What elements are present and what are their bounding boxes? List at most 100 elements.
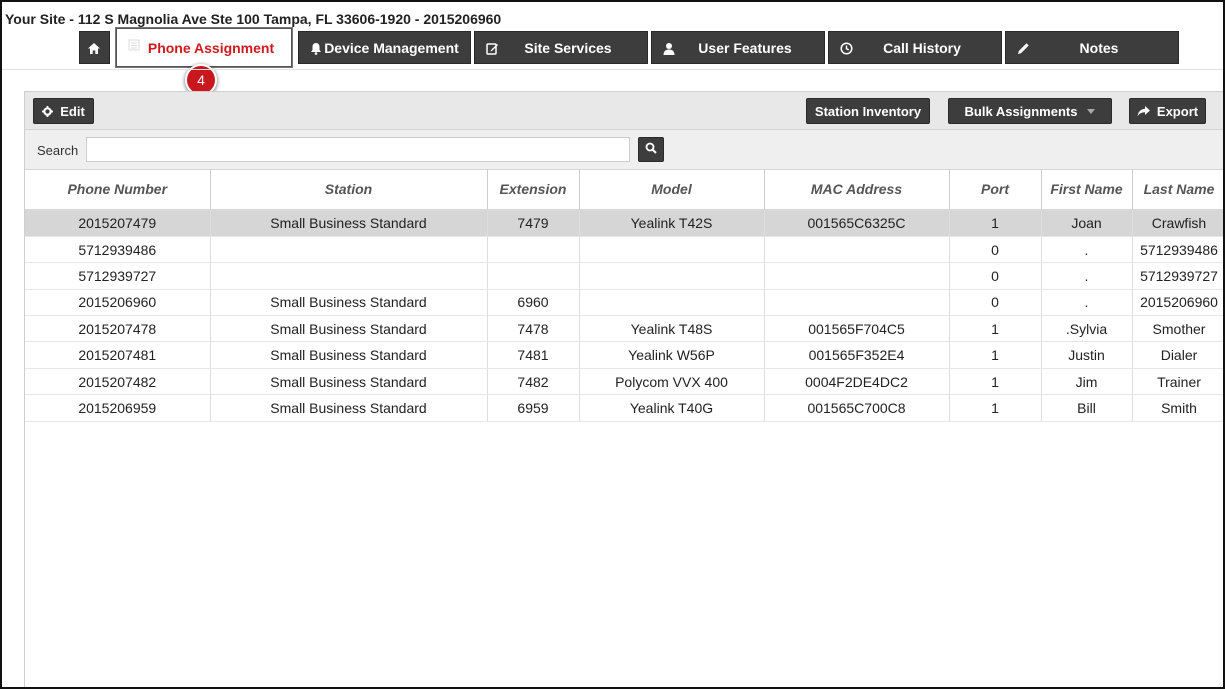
cell-mac-address: 001565C6325C [764,210,950,237]
table-row[interactable]: 2015207479 Small Business Standard 7479 … [25,210,1223,237]
caret-down-icon [1087,108,1096,114]
cell-station: Small Business Standard [210,289,488,317]
home-icon [87,41,101,55]
cell-last-name: Dialer [1132,341,1223,369]
cell-model [579,289,765,317]
cell-last-name: Smith [1132,394,1223,422]
cell-first-name: Joan [1041,210,1133,237]
cell-port: 0 [949,289,1042,317]
cell-station: Small Business Standard [210,368,488,396]
cell-first-name: .Sylvia [1041,315,1133,343]
table-row[interactable]: 2015206959 Small Business Standard 6959 … [25,394,1223,422]
cell-model: Yealink T48S [579,315,765,343]
cell-first-name: . [1041,262,1133,290]
tab-site-services-label: Site Services [524,39,612,56]
phone-list-icon [127,38,141,52]
cell-model: Polycom VVX 400 [579,368,765,396]
column-header-port[interactable]: Port [949,170,1042,211]
table-row[interactable]: 2015207478 Small Business Standard 7478 … [25,315,1223,343]
gear-icon [42,105,54,117]
cell-extension: 6959 [487,394,580,422]
edit-button-label: Edit [60,103,85,119]
clock-icon [839,41,853,55]
cell-extension: 7479 [487,210,580,237]
station-inventory-button[interactable]: Station Inventory [806,98,930,124]
cell-station [210,236,488,264]
search-row: Search [25,130,1223,170]
column-header-phone-number[interactable]: Phone Number [25,170,211,211]
column-header-model[interactable]: Model [579,170,765,211]
table-row[interactable]: 2015206960 Small Business Standard 6960 … [25,289,1223,317]
tab-call-history[interactable]: Call History [828,31,1002,64]
cell-phone-number: 5712939727 [25,262,211,290]
search-label: Search [37,143,79,158]
edit-icon [485,41,499,55]
cell-model [579,262,765,290]
cell-extension: 6960 [487,289,580,317]
cell-phone-number: 2015206959 [25,394,211,422]
table-header-row: Phone Number Station Extension Model MAC… [25,170,1223,211]
cell-port: 1 [949,315,1042,343]
cell-first-name: . [1041,289,1133,317]
export-button[interactable]: Export [1129,98,1206,124]
tab-user-features[interactable]: User Features [651,31,825,64]
cell-model: Yealink W56P [579,341,765,369]
cell-mac-address [764,236,950,264]
cell-port: 1 [949,394,1042,422]
bulk-assignments-dropdown[interactable]: Bulk Assignments [948,98,1112,124]
main-tab-bar: Phone Assignment Device Management Site … [79,28,1182,67]
tab-phone-assignment-label: Phone Assignment [147,39,275,56]
tab-home[interactable] [79,31,110,64]
tab-device-management-label: Device Management [324,39,459,56]
share-arrow-icon [1137,105,1150,117]
search-button[interactable] [638,137,664,162]
user-icon [662,41,676,55]
cell-first-name: Bill [1041,394,1133,422]
column-header-mac-address[interactable]: MAC Address [764,170,950,211]
bulk-assignments-label: Bulk Assignments [964,103,1078,119]
tab-notes[interactable]: Notes [1005,31,1179,64]
cell-phone-number: 2015207478 [25,315,211,343]
search-input[interactable] [86,137,630,162]
cell-model: Yealink T42S [579,210,765,237]
column-header-last-name[interactable]: Last Name [1132,170,1223,211]
table-row[interactable]: 2015207482 Small Business Standard 7482 … [25,368,1223,396]
cell-model: Yealink T40G [579,394,765,422]
cell-extension: 7481 [487,341,580,369]
cell-phone-number: 2015207481 [25,341,211,369]
table-row[interactable]: 5712939727 0 . 5712939727 [25,262,1223,290]
cell-phone-number: 5712939486 [25,236,211,264]
cell-extension: 7478 [487,315,580,343]
cell-first-name: Justin [1041,341,1133,369]
cell-mac-address: 001565F352E4 [764,341,950,369]
tab-call-history-label: Call History [883,39,961,56]
cell-mac-address: 001565C700C8 [764,394,950,422]
cell-extension: 7482 [487,368,580,396]
tab-phone-assignment[interactable]: Phone Assignment [116,28,292,67]
column-header-station[interactable]: Station [210,170,488,211]
cell-mac-address: 001565F704C5 [764,315,950,343]
cell-port: 1 [949,341,1042,369]
cell-phone-number: 2015207482 [25,368,211,396]
cell-extension [487,236,580,264]
column-header-first-name[interactable]: First Name [1041,170,1133,211]
edit-button[interactable]: Edit [33,98,94,124]
cell-last-name: Smother [1132,315,1223,343]
column-header-extension[interactable]: Extension [487,170,580,211]
export-button-label: Export [1156,103,1199,119]
phone-assignment-table: Phone Number Station Extension Model MAC… [25,170,1223,422]
cell-phone-number: 2015207479 [25,210,211,237]
cell-last-name: 2015206960 [1132,289,1223,317]
cell-station: Small Business Standard [210,394,488,422]
cell-first-name: . [1041,236,1133,264]
cell-mac-address [764,262,950,290]
tab-device-management[interactable]: Device Management [298,31,471,64]
cell-extension [487,262,580,290]
cell-port: 1 [949,368,1042,396]
cell-mac-address [764,289,950,317]
tab-site-services[interactable]: Site Services [474,31,648,64]
table-row[interactable]: 5712939486 0 . 5712939486 [25,236,1223,264]
table-row[interactable]: 2015207481 Small Business Standard 7481 … [25,341,1223,369]
search-icon [645,141,657,159]
cell-port: 1 [949,210,1042,237]
